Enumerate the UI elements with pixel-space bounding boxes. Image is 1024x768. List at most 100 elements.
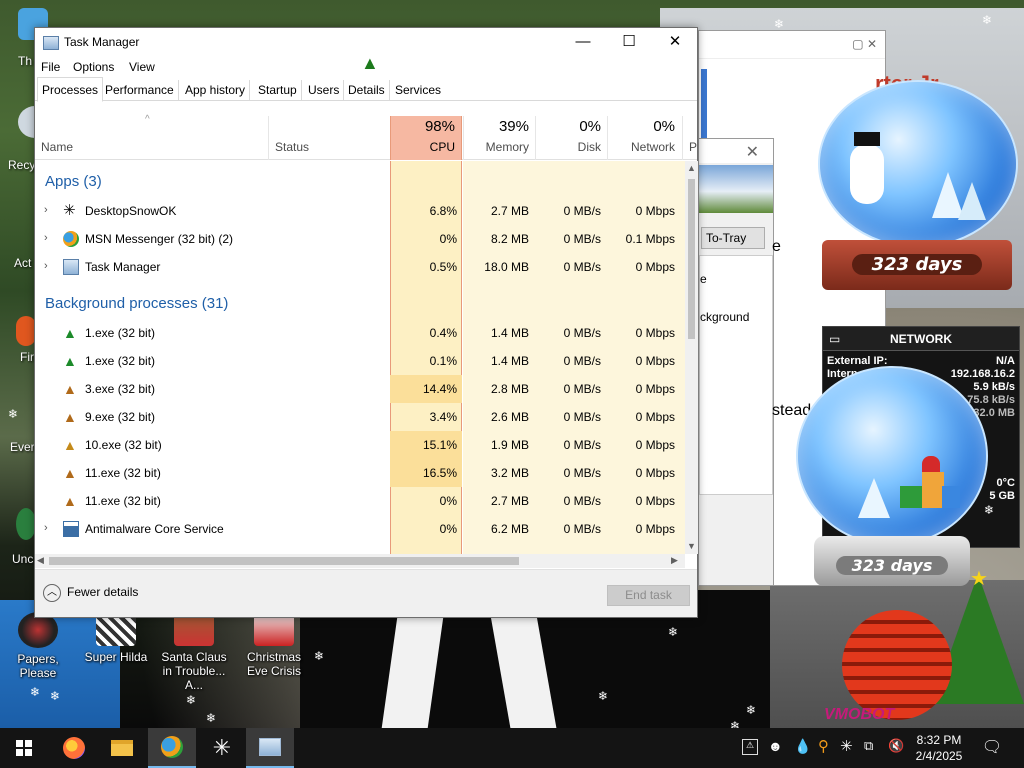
process-row[interactable]: ▲ 11.exe (32 bit) 0% 2.7 MB 0 MB/s 0 Mbp… — [35, 487, 685, 515]
scrollbar-thumb[interactable] — [49, 557, 519, 565]
column-status[interactable]: Status — [275, 140, 309, 154]
process-cpu: 0% — [439, 232, 457, 246]
menu-view[interactable]: View — [129, 60, 155, 74]
process-row[interactable]: ▲ 9.exe (32 bit) 3.4% 2.6 MB 0 MB/s 0 Mb… — [35, 403, 685, 431]
process-name: 3.exe (32 bit) — [85, 382, 156, 396]
droplet-icon[interactable]: 💧 — [794, 738, 811, 755]
column-disk[interactable]: Disk — [535, 140, 601, 154]
bell-app-icon: ▲ — [63, 465, 77, 481]
group-header-background[interactable]: Background processes (31) — [45, 295, 228, 312]
msn-tray-icon[interactable]: ☻ — [768, 738, 783, 754]
window-controls[interactable]: ▢ ✕ — [852, 37, 877, 51]
scroll-right-icon[interactable]: ▶ — [671, 555, 678, 566]
process-cpu: 0.5% — [429, 260, 457, 274]
expand-chevron-icon[interactable]: › — [44, 260, 48, 272]
process-network: 0.1 Mbps — [625, 232, 675, 246]
snowflake-tray-icon[interactable]: ✳ — [840, 737, 853, 755]
fewer-details-button[interactable]: ︿ Fewer details — [43, 584, 138, 602]
column-memory[interactable]: Memory — [463, 140, 529, 154]
desktop-icon-firefox[interactable]: Fir — [0, 316, 36, 364]
scroll-down-icon[interactable]: ▼ — [687, 541, 696, 551]
tab-startup[interactable]: Startup — [254, 80, 302, 101]
taskbar-msn-messenger[interactable] — [148, 728, 196, 768]
minimize-button[interactable]: — — [560, 28, 606, 57]
desktop-icon-label: Christmas Eve Crisis — [246, 650, 301, 678]
column-separator[interactable] — [268, 116, 269, 160]
menu-options[interactable]: Options — [73, 60, 114, 74]
process-row[interactable]: › ✳ DesktopSnowOK 6.8% 2.7 MB 0 MB/s 0 M… — [35, 197, 685, 225]
desktop-icon-uncategorized[interactable]: Unc — [0, 508, 36, 566]
column-name[interactable]: Name — [41, 140, 73, 154]
menu-file[interactable]: File — [41, 60, 60, 74]
desktop-icon-activate[interactable]: Act — [0, 256, 31, 270]
expand-chevron-icon[interactable]: › — [44, 204, 48, 216]
process-row[interactable]: › Antimalware Core Service 0% 6.2 MB 0 M… — [35, 515, 685, 543]
volume-muted-icon[interactable]: 🔇 — [888, 738, 904, 754]
to-tray-button[interactable]: To-Tray — [701, 227, 765, 249]
process-row[interactable]: ▲ 1.exe (32 bit) 0.1% 1.4 MB 0 MB/s 0 Mb… — [35, 347, 685, 375]
external-ip-value: N/A — [996, 355, 1015, 367]
taskbar-firefox[interactable] — [50, 728, 98, 768]
snowflake-icon: ❄ — [50, 689, 61, 703]
desktop-icon-everything[interactable]: Ever — [0, 440, 35, 454]
notification-center-button[interactable]: 🗨 — [970, 728, 1014, 768]
column-network[interactable]: Network — [607, 140, 675, 154]
process-disk: 0 MB/s — [563, 382, 601, 396]
scroll-left-icon[interactable]: ◀ — [37, 555, 44, 566]
process-row[interactable]: › MSN Messenger (32 bit) (2) 0% 8.2 MB 0… — [35, 225, 685, 253]
tab-processes[interactable]: Processes — [37, 77, 104, 102]
desktop-icon-super-hilda[interactable]: Super Hilda — [78, 612, 154, 664]
clock[interactable]: 8:32 PM 2/4/2025 — [912, 732, 966, 764]
secondary-window-titlebar[interactable]: ✕ — [699, 139, 773, 163]
tree-app-icon: ▲ — [63, 353, 77, 369]
column-cpu[interactable]: CPU — [391, 140, 455, 154]
snowflake-icon: ❄ — [598, 689, 609, 703]
scroll-up-icon[interactable]: ▲ — [687, 163, 696, 173]
process-row[interactable]: ▲ 3.exe (32 bit) 14.4% 2.8 MB 0 MB/s 0 M… — [35, 375, 685, 403]
secondary-window[interactable]: ✕ To-Tray e ckground — [698, 138, 774, 586]
tab-details[interactable]: Details — [344, 80, 390, 101]
process-name: Antimalware Core Service — [85, 522, 224, 536]
close-icon[interactable]: ✕ — [746, 142, 759, 162]
column-power-truncated[interactable]: P — [689, 140, 697, 154]
tab-users[interactable]: Users — [304, 80, 345, 101]
group-header-apps[interactable]: Apps (3) — [45, 173, 102, 190]
tab-services[interactable]: Services — [391, 80, 445, 101]
process-name: DesktopSnowOK — [85, 204, 177, 218]
process-row[interactable]: ▲ 10.exe (32 bit) 15.1% 1.9 MB 0 MB/s 0 … — [35, 431, 685, 459]
expand-chevron-icon[interactable]: › — [44, 232, 48, 244]
taskbar-desktopsnowok[interactable]: ✳ — [198, 728, 246, 768]
process-memory: 2.7 MB — [490, 494, 529, 508]
snowflake-icon: ❄ — [314, 649, 325, 663]
task-manager-window[interactable]: Task Manager — ☐ ✕ File Options View ▲ P… — [34, 27, 698, 618]
process-row[interactable]: ▲ 11.exe (32 bit) 16.5% 3.2 MB 0 MB/s 0 … — [35, 459, 685, 487]
process-row[interactable]: ▲ 1.exe (32 bit) 0.4% 1.4 MB 0 MB/s 0 Mb… — [35, 319, 685, 347]
background-window-titlebar[interactable]: ▢ ✕ — [699, 31, 885, 59]
snow-globe-gadget[interactable] — [796, 366, 988, 546]
scrollbar-thumb[interactable] — [688, 179, 695, 339]
horizontal-scrollbar[interactable]: ◀ ▶ — [35, 554, 685, 568]
tray-app-icon[interactable]: ⚠ — [742, 739, 758, 755]
column-separator[interactable] — [682, 116, 683, 160]
start-button[interactable] — [0, 728, 48, 768]
taskbar-file-explorer[interactable] — [98, 728, 146, 768]
taskbar-task-manager[interactable] — [246, 728, 294, 768]
process-memory: 2.8 MB — [490, 382, 529, 396]
close-button[interactable]: ✕ — [652, 28, 698, 57]
desktop-icon-papers-please[interactable]: Papers, Please — [0, 612, 76, 680]
vertical-scrollbar[interactable]: ▲ ▼ — [685, 161, 698, 554]
expand-chevron-icon[interactable]: › — [44, 522, 48, 534]
desktop-icon-santa-claus[interactable]: Santa Claus in Trouble... A... — [156, 612, 232, 692]
process-memory: 8.2 MB — [490, 232, 529, 246]
process-row[interactable]: › Task Manager 0.5% 18.0 MB 0 MB/s 0 Mbp… — [35, 253, 685, 281]
process-cpu: 0.4% — [429, 326, 457, 340]
desktop-icon-christmas-eve-crisis[interactable]: Christmas Eve Crisis — [236, 612, 312, 678]
maximize-button[interactable]: ☐ — [606, 28, 652, 57]
end-task-button[interactable]: End task — [607, 585, 690, 606]
network-icon[interactable]: ⧉ — [864, 738, 873, 754]
search-tool-icon[interactable]: ⚲ — [818, 737, 829, 755]
tab-performance[interactable]: Performance — [101, 80, 179, 101]
snow-globe-gadget[interactable] — [818, 80, 1018, 248]
tab-app-history[interactable]: App history — [181, 80, 251, 101]
process-network: 0 Mbps — [635, 326, 675, 340]
